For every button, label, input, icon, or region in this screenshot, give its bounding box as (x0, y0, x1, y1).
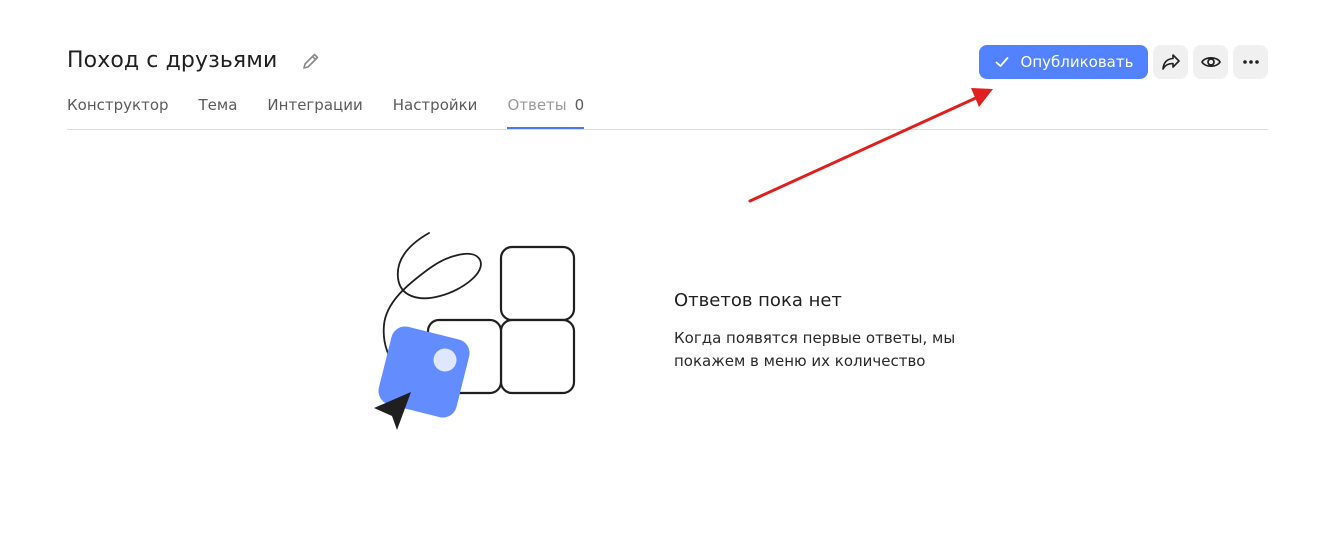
tab-label: Тема (198, 96, 238, 114)
empty-state-title: Ответов пока нет (674, 290, 842, 311)
tab-label: Интеграции (267, 96, 363, 114)
form-title: Поход с друзьями (67, 48, 278, 73)
eye-icon (1200, 57, 1221, 67)
more-button[interactable] (1233, 45, 1268, 79)
tab-label: Настройки (392, 96, 478, 114)
answers-count-badge: 0 (574, 96, 585, 114)
empty-state: Ответов пока нет Когда появятся первые о… (674, 288, 974, 373)
preview-button[interactable] (1193, 45, 1228, 79)
more-dots-icon (1242, 60, 1259, 64)
tab-constructor[interactable]: Конструктор (67, 88, 169, 128)
empty-answers-illustration (374, 232, 576, 430)
share-arrow-icon (1161, 54, 1180, 70)
tab-theme[interactable]: Тема (199, 88, 238, 128)
tab-bar: Конструктор Тема Интеграции Настройки От… (67, 88, 1268, 130)
tab-answers[interactable]: Ответы 0 (507, 88, 585, 129)
tab-label: Конструктор (67, 96, 169, 114)
empty-state-description: Когда появятся первые ответы, мы покажем… (674, 329, 956, 370)
pencil-icon (303, 53, 319, 69)
annotation-arrow (748, 88, 993, 203)
title-row: Поход с друзьями (67, 44, 323, 78)
toolbar: Опубликовать (979, 45, 1268, 79)
tab-label: Ответы (507, 96, 567, 114)
tab-settings[interactable]: Настройки (393, 88, 478, 128)
publish-button-label: Опубликовать (1020, 53, 1134, 71)
share-button[interactable] (1153, 45, 1188, 79)
page: Поход с друзьями Конструктор Тема Интегр… (0, 0, 1317, 548)
tab-integrations[interactable]: Интеграции (267, 88, 362, 128)
check-icon (994, 54, 1010, 70)
edit-title-button[interactable] (299, 49, 323, 73)
publish-button[interactable]: Опубликовать (979, 45, 1148, 79)
